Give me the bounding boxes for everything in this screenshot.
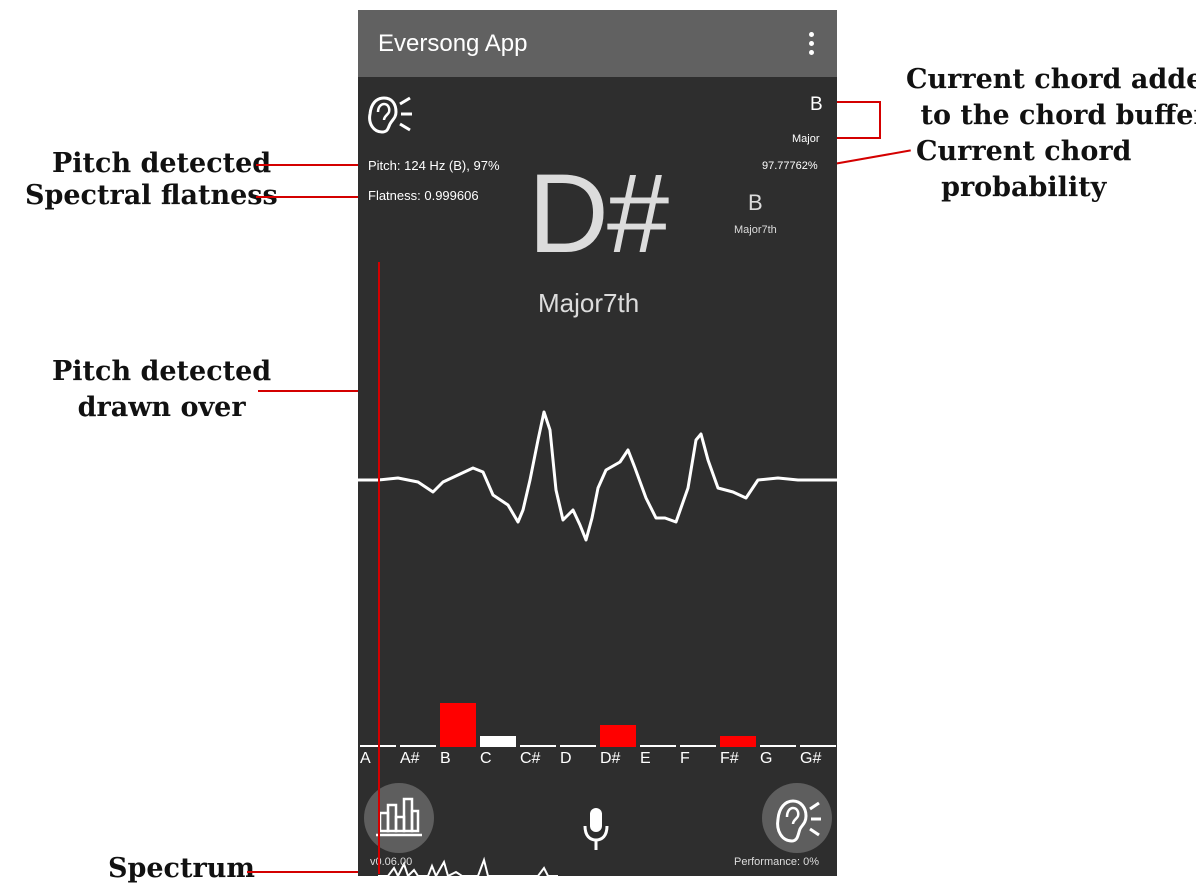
spectrum-button[interactable] bbox=[364, 783, 434, 853]
ear-listening-icon bbox=[368, 96, 412, 134]
note-label-f: F bbox=[680, 750, 690, 767]
pitch-waveform bbox=[358, 410, 837, 542]
annotation-bracket-vertical bbox=[879, 101, 881, 139]
detected-chord-note: D# bbox=[528, 151, 669, 276]
microphone-icon[interactable] bbox=[582, 806, 610, 852]
note-label-g-sharp: G# bbox=[800, 750, 822, 767]
note-label-d: D bbox=[560, 750, 572, 767]
note-label-b: B bbox=[440, 750, 451, 767]
buffer-chord-note: B bbox=[810, 94, 823, 115]
pitch-readout: Pitch: 124 Hz (B), 97% bbox=[368, 158, 500, 173]
flatness-readout: Flatness: 0.999606 bbox=[368, 188, 479, 203]
buffer-chord-type: Major bbox=[792, 133, 820, 145]
note-label-g: G bbox=[760, 750, 773, 767]
annotation-pitch-detected: Pitch detected bbox=[52, 148, 272, 179]
note-bar-d bbox=[560, 745, 596, 747]
secondary-chord-note: B bbox=[748, 190, 763, 215]
annotation-probability-line bbox=[827, 149, 911, 166]
annotation-pitch-drawn-l1: Pitch detected bbox=[52, 356, 272, 387]
annotation-pitch-drawn-l2: drawn over bbox=[77, 392, 246, 423]
note-label-e: E bbox=[640, 750, 651, 767]
listen-button[interactable] bbox=[762, 783, 832, 853]
note-label-f-sharp: F# bbox=[720, 750, 739, 767]
note-label-c-sharp: C# bbox=[520, 750, 541, 767]
annotation-pitch-drawn-line bbox=[258, 390, 372, 392]
note-bar-d-sharp bbox=[600, 725, 636, 747]
note-bars-chart bbox=[360, 703, 836, 747]
detected-chord-type: Major7th bbox=[538, 288, 640, 318]
note-bar-b bbox=[440, 703, 476, 747]
annotation-spectrum: Spectrum bbox=[108, 853, 255, 884]
annotation-chord-added-l1: Current chord added bbox=[906, 64, 1196, 95]
performance-label: Performance: 0% bbox=[734, 856, 819, 868]
more-vert-icon[interactable] bbox=[809, 32, 817, 56]
annotation-pitch-drawn: Pitch detected drawn over bbox=[52, 354, 271, 426]
note-bar-a-sharp bbox=[400, 745, 436, 747]
app-title: Eversong App bbox=[378, 30, 528, 57]
secondary-chord-type: Major7th bbox=[734, 224, 777, 236]
note-label-c: C bbox=[480, 750, 492, 767]
annotation-chord-added: Current chord added to the chord buffer bbox=[906, 62, 1196, 134]
version-label: v0.06.00 bbox=[370, 856, 413, 868]
note-label-d-sharp: D# bbox=[600, 750, 621, 767]
ear-listening-icon bbox=[776, 799, 821, 843]
annotation-chord-probability-l1: Current chord bbox=[916, 136, 1132, 167]
note-label-a-sharp: A# bbox=[400, 750, 420, 767]
annotation-chord-probability-l2: probability bbox=[941, 172, 1107, 203]
annotation-spectral-flatness: Spectral flatness bbox=[25, 180, 278, 211]
app-screen: Eversong App Pitch: 124 Hz (B), 97% Flat… bbox=[358, 10, 837, 876]
note-bar-c-sharp bbox=[520, 745, 556, 747]
note-bar-g-sharp bbox=[800, 745, 836, 747]
pitch-drawn-vertical-line bbox=[378, 262, 380, 874]
note-bar-c bbox=[480, 736, 516, 747]
annotation-chord-added-l2: to the chord buffer bbox=[920, 100, 1196, 131]
bar-chart-icon bbox=[376, 797, 422, 837]
note-label-a: A bbox=[360, 750, 371, 767]
chord-probability: 97.77762% bbox=[762, 160, 818, 172]
annotation-chord-probability: Current chord probability bbox=[916, 134, 1131, 206]
note-bar-g bbox=[760, 745, 796, 747]
annotation-flatness-line bbox=[256, 196, 366, 198]
note-bar-f-sharp bbox=[720, 736, 756, 747]
note-bar-e bbox=[640, 745, 676, 747]
note-bar-f bbox=[680, 745, 716, 747]
app-bar: Eversong App bbox=[358, 10, 837, 77]
annotation-pitch-line bbox=[256, 164, 366, 166]
